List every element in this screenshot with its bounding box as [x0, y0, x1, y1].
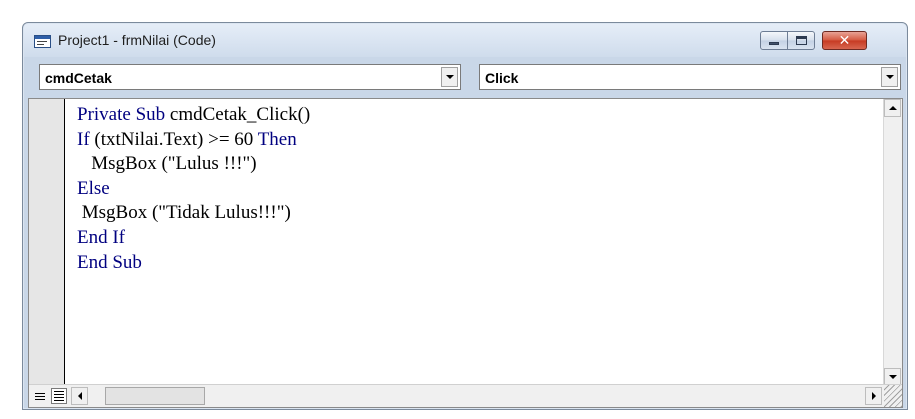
code-keyword: End If [77, 226, 126, 248]
maximize-button[interactable] [787, 31, 815, 50]
chevron-right-icon [871, 392, 876, 400]
code-line[interactable]: MsgBox ("Lulus !!!") [77, 152, 878, 177]
chevron-left-icon [77, 392, 82, 400]
minimize-button[interactable] [760, 31, 788, 50]
code-line[interactable]: MsgBox ("Tidak Lulus!!!") [77, 201, 878, 226]
object-combo-value: cmdCetak [45, 70, 112, 86]
code-line[interactable]: If (txtNilai.Text) >= 60 Then [77, 128, 878, 153]
procedure-combo[interactable]: Click [479, 64, 901, 90]
code-keyword: Then [257, 128, 297, 150]
chevron-down-icon [885, 75, 894, 79]
code-line[interactable]: End Sub [77, 251, 878, 276]
object-combo[interactable]: cmdCetak [39, 64, 461, 90]
code-line[interactable]: Else [77, 177, 878, 202]
code-token: (txtNilai.Text) >= 60 [94, 128, 258, 150]
bottom-bar [29, 384, 902, 407]
procedure-combo-dropdown-button[interactable] [881, 67, 898, 87]
vb-code-window-icon[interactable] [34, 35, 51, 48]
chevron-down-icon [445, 75, 454, 79]
code-token: cmdCetak_Click() [169, 104, 311, 125]
code-token: MsgBox ("Lulus !!!") [77, 153, 257, 175]
vertical-scrollbar[interactable] [883, 99, 902, 386]
maximize-icon [795, 36, 807, 45]
horizontal-scroll-thumb[interactable] [105, 387, 205, 405]
margin-indicator-bar[interactable] [29, 99, 65, 386]
resize-grip[interactable] [884, 385, 902, 407]
procedure-view-button[interactable] [32, 388, 48, 404]
object-combo-dropdown-button[interactable] [441, 67, 458, 87]
code-line[interactable]: End If [77, 226, 878, 251]
minimize-icon [769, 42, 779, 45]
close-button[interactable]: ✕ [822, 31, 867, 50]
code-text[interactable]: Private Sub cmdCetak_Click() If (txtNilai… [77, 103, 878, 275]
code-keyword: Private Sub [77, 104, 170, 125]
scroll-right-button[interactable] [865, 387, 882, 405]
code-keyword: Else [77, 177, 110, 199]
window-title: Project1 - frmNilai (Code) [58, 32, 216, 48]
title-bar[interactable]: Project1 - frmNilai (Code) ✕ [23, 23, 907, 57]
scroll-up-button[interactable] [884, 99, 901, 117]
code-keyword: If [77, 128, 95, 150]
code-editor[interactable]: Private Sub cmdCetak_Click() If (txtNilai… [28, 98, 903, 408]
code-token: MsgBox ("Tidak Lulus!!!") [77, 202, 291, 224]
close-icon: ✕ [838, 32, 851, 49]
chevron-up-icon [888, 106, 897, 110]
code-keyword: End Sub [77, 251, 142, 273]
code-window: Project1 - frmNilai (Code) ✕ cmdCetak Cl… [22, 22, 908, 410]
full-module-view-button[interactable] [51, 388, 67, 404]
scroll-left-button[interactable] [71, 387, 88, 405]
code-line[interactable]: Private Sub cmdCetak_Click() [77, 103, 878, 128]
chevron-down-icon [888, 375, 897, 379]
procedure-combo-value: Click [485, 70, 519, 86]
